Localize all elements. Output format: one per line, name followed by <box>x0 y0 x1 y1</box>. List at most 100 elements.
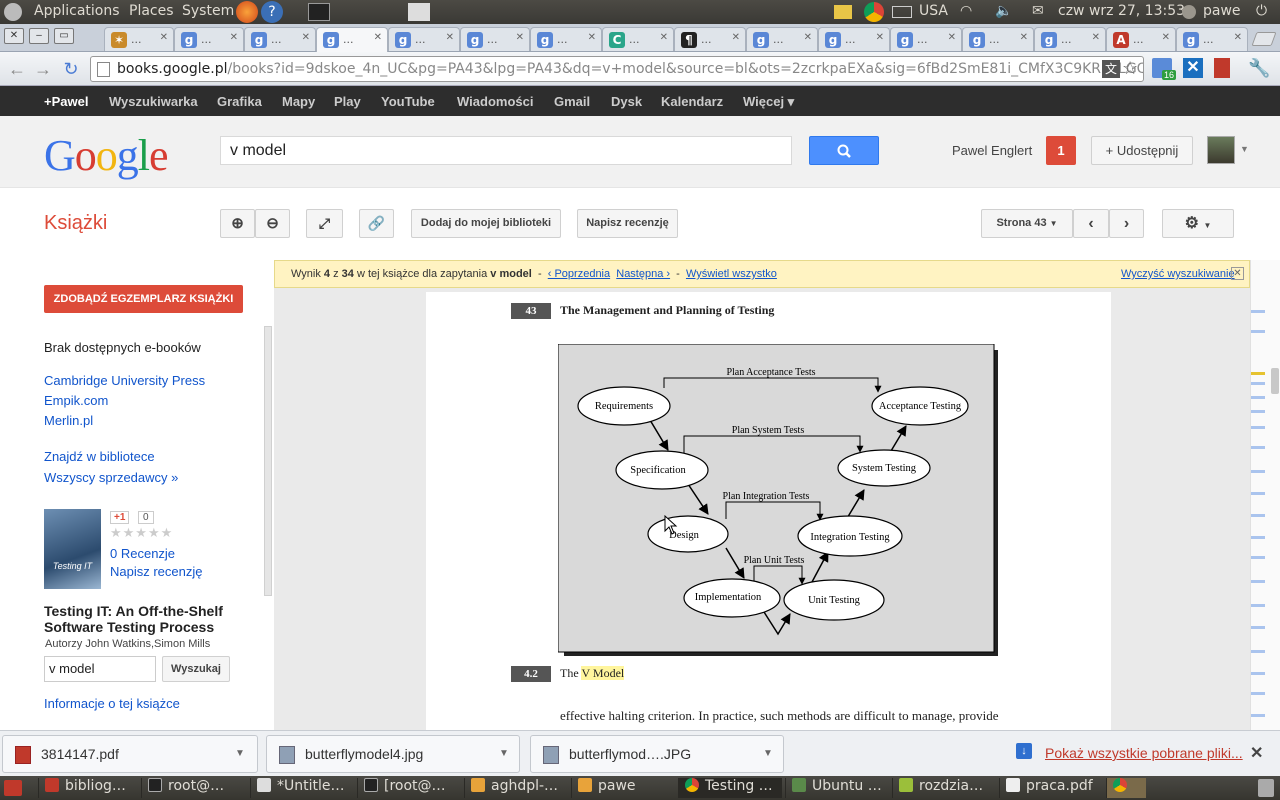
window-maximize-button[interactable]: ▭ <box>54 28 74 44</box>
taskbar-item[interactable]: aghdpl-… <box>464 778 568 798</box>
tab-close-icon[interactable]: ✕ <box>804 32 812 43</box>
fullscreen-button[interactable]: ⤢ <box>306 209 343 238</box>
browser-tab[interactable]: g... ✕ <box>962 27 1034 51</box>
tab-close-icon[interactable]: ✕ <box>876 32 884 43</box>
extension-book-icon[interactable] <box>1214 58 1230 78</box>
about-book-link[interactable]: Informacje o tej książce <box>44 696 180 711</box>
link-button[interactable]: 🔗 <box>359 209 394 238</box>
trash-icon[interactable] <box>1258 779 1274 797</box>
zoom-out-button[interactable]: ⊖ <box>255 209 290 238</box>
clear-search-link[interactable]: Wyczyść wyszukiwanie <box>1121 268 1235 280</box>
search-hit-scrollbar[interactable] <box>1250 260 1280 730</box>
back-arrow-icon[interactable]: ← <box>6 58 28 80</box>
prev-result-link[interactable]: ‹ Poprzednia <box>548 268 610 280</box>
browser-tab[interactable]: g... ✕ <box>530 27 602 51</box>
show-all-downloads-link[interactable]: Pokaż wszystkie pobrane pliki... <box>1045 745 1243 761</box>
gbar-gmail[interactable]: Gmail <box>554 94 590 109</box>
gbar-play[interactable]: Play <box>334 94 361 109</box>
gbar-more[interactable]: Więcej ▾ <box>743 94 794 110</box>
power-icon[interactable]: ⏻ <box>1256 3 1267 19</box>
keyboard-layout[interactable]: USA <box>919 3 948 19</box>
show-desktop-icon[interactable] <box>4 780 22 796</box>
download-item[interactable]: butterflymodel4.jpg ▼ <box>266 735 520 773</box>
section-title[interactable]: Książki <box>44 212 107 235</box>
avatar[interactable] <box>1207 136 1235 164</box>
window-minimize-button[interactable]: – <box>29 28 49 44</box>
tab-close-icon[interactable]: ✕ <box>660 32 668 43</box>
reviews-link[interactable]: 0 Recenzje <box>110 546 175 561</box>
show-all-link[interactable]: Wyświetl wszystko <box>686 268 777 280</box>
taskbar-item[interactable]: pawe <box>571 778 675 798</box>
forward-arrow-icon[interactable]: → <box>32 58 54 80</box>
browser-tab[interactable]: g... ✕ <box>1176 27 1248 51</box>
browser-tab[interactable]: g... ✕ <box>818 27 890 51</box>
account-dropdown-icon[interactable]: ▼ <box>1240 144 1249 154</box>
gbar-drive[interactable]: Dysk <box>611 94 642 109</box>
screenshot-launcher-icon[interactable] <box>408 3 430 21</box>
terminal-launcher-icon[interactable] <box>308 3 330 21</box>
volume-icon[interactable]: 🔈 <box>995 3 1012 19</box>
taskbar-item[interactable]: Ubuntu … <box>785 778 889 798</box>
gbar-search[interactable]: Wyszukiwarka <box>109 94 198 109</box>
download-menu-icon[interactable]: ▼ <box>763 748 773 759</box>
download-item[interactable]: 3814147.pdf ▼ <box>2 735 258 773</box>
close-icon[interactable]: ✕ <box>1231 267 1244 280</box>
tab-close-icon[interactable]: ✕ <box>948 32 956 43</box>
browser-tab[interactable]: ¶... ✕ <box>674 27 746 51</box>
browser-tab[interactable]: g... ✕ <box>174 27 244 51</box>
tab-close-icon[interactable]: ✕ <box>1020 32 1028 43</box>
browser-tab-active[interactable]: g... ✕ <box>316 27 388 52</box>
tab-close-icon[interactable]: ✕ <box>302 32 310 43</box>
find-in-library-link[interactable]: Znajdź w bibliotece <box>44 449 155 464</box>
tab-close-icon[interactable]: ✕ <box>446 32 454 43</box>
close-download-shelf-icon[interactable]: ✕ <box>1250 743 1263 763</box>
in-book-search-input[interactable]: v model <box>44 656 156 682</box>
window-close-button[interactable]: ✕ <box>4 28 24 44</box>
gbar-maps[interactable]: Mapy <box>282 94 315 109</box>
user-menu[interactable]: pawe <box>1203 3 1241 19</box>
tab-close-icon[interactable]: ✕ <box>1162 32 1170 43</box>
tab-close-icon[interactable]: ✕ <box>230 32 238 43</box>
firefox-launcher-icon[interactable] <box>236 1 258 23</box>
gbar-calendar[interactable]: Kalendarz <box>661 94 723 109</box>
mail-icon[interactable]: ✉ <box>1032 3 1044 19</box>
user-name[interactable]: Pawel Englert <box>952 143 1032 158</box>
menu-places[interactable]: Places <box>129 3 174 19</box>
seller-link[interactable]: Empik.com <box>44 393 108 408</box>
tab-close-icon[interactable]: ✕ <box>1092 32 1100 43</box>
taskbar-item[interactable] <box>1106 778 1146 798</box>
browser-tab[interactable]: g... ✕ <box>890 27 962 51</box>
browser-tab[interactable]: ✶... ✕ <box>104 27 174 51</box>
ubuntu-logo-icon[interactable] <box>4 3 22 21</box>
notification-count[interactable]: 1 <box>1046 136 1076 165</box>
tab-close-icon[interactable]: ✕ <box>588 32 596 43</box>
share-button[interactable]: + Udostępnij <box>1091 136 1193 165</box>
browser-tab[interactable]: C... ✕ <box>602 27 674 51</box>
tab-close-icon[interactable]: ✕ <box>160 32 168 43</box>
zoom-in-button[interactable]: ⊕ <box>220 209 255 238</box>
download-menu-icon[interactable]: ▼ <box>235 748 245 759</box>
browser-tab[interactable]: g... ✕ <box>1034 27 1106 51</box>
all-sellers-link[interactable]: Wszyscy sprzedawcy » <box>44 470 178 485</box>
sidebar-scrollbar[interactable] <box>264 326 272 596</box>
search-button[interactable] <box>809 136 879 165</box>
google-logo[interactable]: Google <box>44 130 169 181</box>
browser-tab[interactable]: A... ✕ <box>1106 27 1176 51</box>
tab-close-icon[interactable]: ✕ <box>516 32 524 43</box>
page-select[interactable]: Strona 43 ▼ <box>981 209 1073 238</box>
taskbar-item-active[interactable]: Testing … <box>678 778 782 798</box>
write-review-link[interactable]: Napisz recenzję <box>110 564 203 579</box>
taskbar-item[interactable]: *Untitle… <box>250 778 354 798</box>
seller-link[interactable]: Cambridge University Press <box>44 373 205 388</box>
wifi-icon[interactable]: ◠ <box>960 3 972 19</box>
extension-x-icon[interactable]: ✕ <box>1183 58 1203 78</box>
bookmark-star-icon[interactable]: ☆ <box>1122 58 1138 79</box>
menu-system[interactable]: System <box>182 3 234 19</box>
browser-tab[interactable]: g... ✕ <box>746 27 818 51</box>
write-review-button[interactable]: Napisz recenzję <box>577 209 678 238</box>
taskbar-item[interactable]: rozdzia… <box>892 778 996 798</box>
settings-button[interactable]: ⚙ ▼ <box>1162 209 1234 238</box>
wrench-icon[interactable]: 🔧 <box>1248 58 1270 79</box>
seller-link[interactable]: Merlin.pl <box>44 413 93 428</box>
translate-icon[interactable]: 文 <box>1102 60 1120 78</box>
